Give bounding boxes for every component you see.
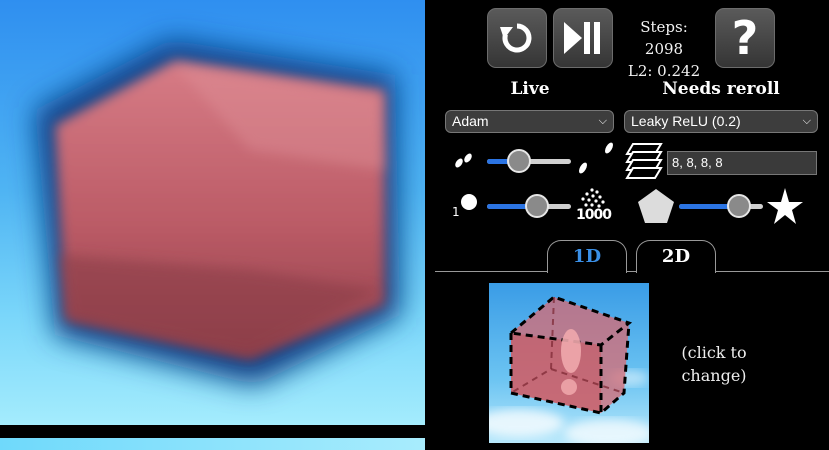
output-canvas-strip <box>0 438 425 450</box>
target-change-hint: (click to change) <box>681 343 747 385</box>
optimizer-selected: Adam <box>452 113 489 129</box>
steps-counter: Steps: 2098 <box>640 18 688 58</box>
star-icon <box>767 188 803 224</box>
batch-size-slider[interactable] <box>487 194 571 218</box>
small-steps-icon <box>455 153 472 168</box>
needs-reroll-header: Needs reroll <box>662 79 780 99</box>
layers-input[interactable]: 8, 8, 8, 8 <box>667 151 817 175</box>
learning-rate-slider[interactable] <box>487 149 571 173</box>
tab-1d[interactable]: 1D <box>547 240 627 273</box>
pentagon-icon <box>638 189 674 223</box>
live-header: Live <box>510 79 550 99</box>
batch-max: 1000 <box>574 186 614 226</box>
batch-min: 1 <box>452 193 482 223</box>
output-canvas <box>0 0 425 425</box>
batch-size-thumb[interactable] <box>525 194 550 218</box>
reset-icon <box>500 23 532 53</box>
reset-button[interactable] <box>487 8 547 68</box>
batch-min-label: 1 <box>452 205 460 219</box>
tab-2d[interactable]: 2D <box>636 240 716 273</box>
activation-select[interactable]: Leaky ReLU (0.2) ⌵ <box>624 110 818 133</box>
activation-selected: Leaky ReLU (0.2) <box>631 113 741 129</box>
shape-complexity-thumb[interactable] <box>727 194 752 218</box>
large-steps-icon <box>579 142 613 174</box>
learning-rate-thumb[interactable] <box>506 149 531 173</box>
help-button[interactable]: ? <box>715 8 775 68</box>
help-icon: ? <box>731 11 759 65</box>
chevron-down-icon: ⌵ <box>802 115 811 127</box>
optimizer-select[interactable]: Adam ⌵ <box>445 110 614 133</box>
target-image[interactable] <box>489 283 649 443</box>
training-stats: Steps: 2098 L2: 0.242 <box>619 16 709 82</box>
batch-max-label: 1000 <box>576 207 612 223</box>
tab-divider <box>435 271 829 272</box>
chevron-down-icon: ⌵ <box>598 115 607 127</box>
layers-icon <box>625 143 663 179</box>
shape-complexity-slider[interactable] <box>679 194 763 218</box>
play-pause-icon <box>564 22 600 54</box>
play-pause-button[interactable] <box>553 8 613 68</box>
